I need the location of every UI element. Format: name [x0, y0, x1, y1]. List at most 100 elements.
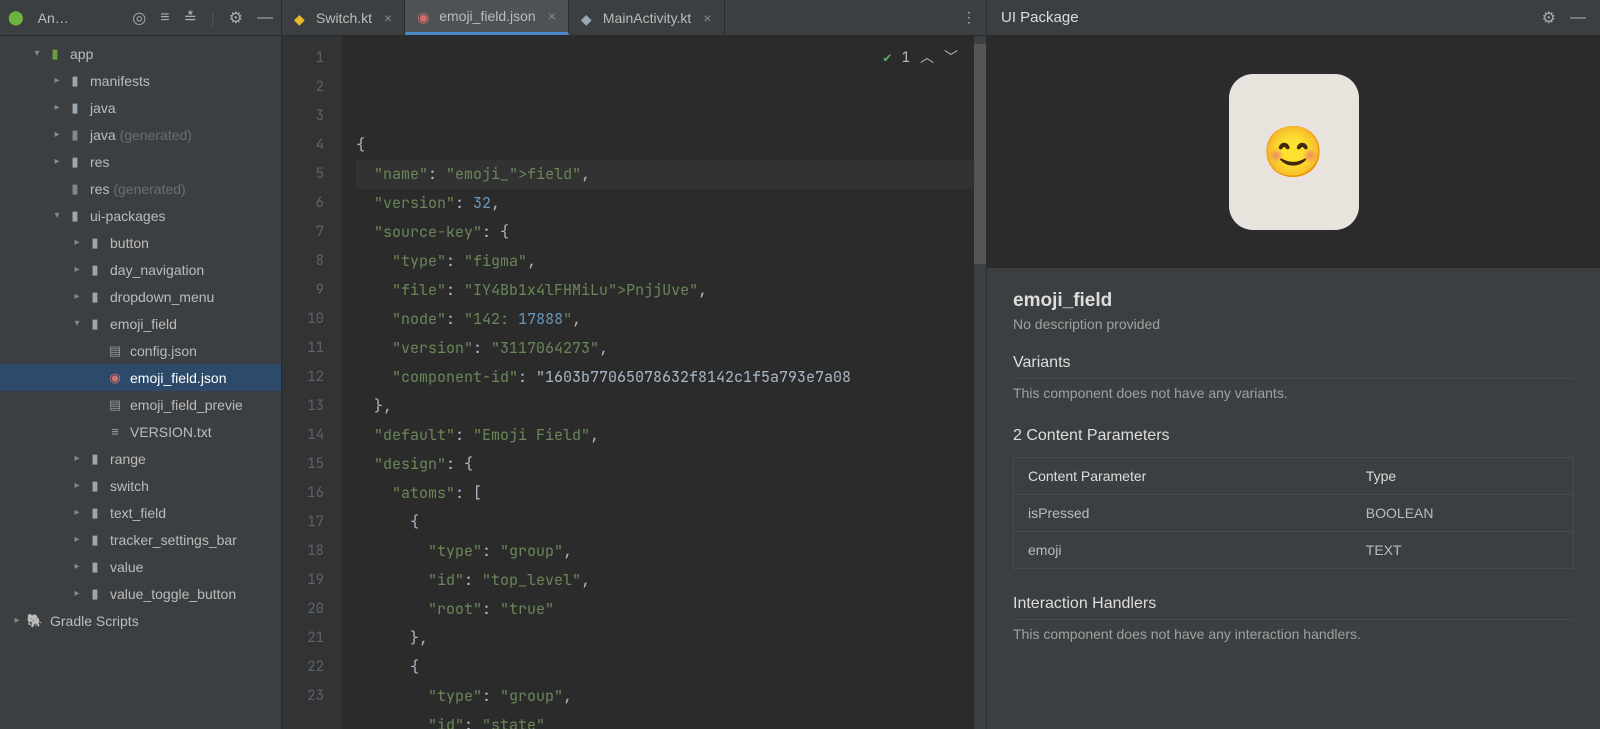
- code-line[interactable]: "id": "state": [356, 711, 974, 729]
- tree-item[interactable]: ▸▮manifests: [0, 67, 281, 94]
- code-area[interactable]: ✔ 1 ︿ ﹀ { "name": "emoji_">field", "vers…: [342, 36, 974, 729]
- code-line[interactable]: {: [356, 508, 974, 537]
- code-line[interactable]: "id": "top_level",: [356, 566, 974, 595]
- tree-item[interactable]: ▸▮tracker_settings_bar: [0, 526, 281, 553]
- minimize-icon[interactable]: —: [1570, 9, 1586, 27]
- sidebar-toolbar: ⬤ An… ◎ ≡ ≛ | ⚙ —: [0, 0, 281, 36]
- expand-all-icon[interactable]: ≡: [160, 9, 169, 27]
- tree-item-label: emoji_field.json: [130, 370, 227, 386]
- editor-scrollbar[interactable]: [974, 36, 986, 729]
- code-line[interactable]: "atoms": [: [356, 479, 974, 508]
- project-label: An…: [38, 10, 69, 26]
- code-line[interactable]: "source-key": {: [356, 218, 974, 247]
- expand-arrow-icon[interactable]: ▸: [50, 74, 64, 88]
- tree-item[interactable]: ▸▮switch: [0, 472, 281, 499]
- tree-item[interactable]: ▸▮day_navigation: [0, 256, 281, 283]
- ui-package-title: UI Package: [1001, 9, 1542, 26]
- tab-label: MainActivity.kt: [603, 10, 691, 26]
- tree-item[interactable]: ▤emoji_field_previe: [0, 391, 281, 418]
- expand-arrow-icon[interactable]: ▾: [70, 317, 84, 331]
- close-icon[interactable]: ×: [384, 10, 392, 26]
- tabs-menu-icon[interactable]: ⋮: [952, 9, 986, 26]
- code-line[interactable]: "version": "3117064273",: [356, 334, 974, 363]
- expand-arrow-icon[interactable]: ▸: [70, 560, 84, 574]
- expand-arrow-icon[interactable]: ▸: [70, 479, 84, 493]
- tree-item[interactable]: ▸▮value_toggle_button: [0, 580, 281, 607]
- code-line[interactable]: "version": 32,: [356, 189, 974, 218]
- tree-item[interactable]: ▸▮value: [0, 553, 281, 580]
- tree-item[interactable]: ▸▮res: [0, 148, 281, 175]
- tree-item[interactable]: ▸▮range: [0, 445, 281, 472]
- expand-arrow-icon[interactable]: ▾: [50, 209, 64, 223]
- expand-arrow-icon[interactable]: ▸: [70, 587, 84, 601]
- code-line[interactable]: {: [356, 131, 974, 160]
- folder-icon: ▮: [86, 558, 104, 576]
- params-header-name: Content Parameter: [1014, 458, 1352, 495]
- tree-item[interactable]: ◉emoji_field.json: [0, 364, 281, 391]
- close-icon[interactable]: ×: [548, 8, 556, 24]
- target-icon[interactable]: ◎: [132, 8, 146, 28]
- expand-arrow-icon[interactable]: ▸: [70, 263, 84, 277]
- preview-box: 😊: [1229, 74, 1359, 230]
- expand-arrow-icon[interactable]: ▸: [70, 290, 84, 304]
- inspection-badge[interactable]: ✔ 1 ︿ ﹀: [883, 44, 958, 73]
- code-line[interactable]: "type": "group",: [356, 537, 974, 566]
- gear-icon[interactable]: ⚙: [229, 8, 243, 28]
- tree-item[interactable]: ▸▮button: [0, 229, 281, 256]
- tree-item[interactable]: ▸▮java: [0, 94, 281, 121]
- expand-arrow-icon[interactable]: ▸: [50, 155, 64, 169]
- code-line[interactable]: "type": "figma",: [356, 247, 974, 276]
- expand-arrow-icon[interactable]: ▸: [70, 452, 84, 466]
- code-line[interactable]: "root": "true": [356, 595, 974, 624]
- file-icon: ≡: [106, 423, 124, 441]
- code-line[interactable]: "design": {: [356, 450, 974, 479]
- code-line[interactable]: "default": "Emoji Field",: [356, 421, 974, 450]
- code-line[interactable]: },: [356, 624, 974, 653]
- tree-item[interactable]: ▾▮emoji_field: [0, 310, 281, 337]
- folder-icon: ▮: [86, 531, 104, 549]
- code-line[interactable]: "name": "emoji_">field",: [356, 160, 974, 189]
- code-line[interactable]: "component-id": "1603b77065078632f8142c1…: [356, 363, 974, 392]
- file-icon: ▤: [106, 396, 124, 414]
- collapse-all-icon[interactable]: ≛: [184, 8, 197, 28]
- prev-highlight-icon[interactable]: ︿: [920, 44, 934, 73]
- tree-item[interactable]: ▸🐘Gradle Scripts: [0, 607, 281, 634]
- android-icon: ⬤: [8, 9, 24, 26]
- tree-item[interactable]: ▾▮ui-packages: [0, 202, 281, 229]
- expand-arrow-icon[interactable]: ▸: [10, 614, 24, 628]
- code-line[interactable]: {: [356, 653, 974, 682]
- tree-item-label: res: [90, 154, 109, 170]
- tree-item[interactable]: ▸▮dropdown_menu: [0, 283, 281, 310]
- params-table: Content Parameter Type isPressedBOOLEANe…: [1013, 457, 1574, 569]
- project-sidebar: ⬤ An… ◎ ≡ ≛ | ⚙ — ▾▮app▸▮manifests▸▮java…: [0, 0, 282, 729]
- code-line[interactable]: "type": "group",: [356, 682, 974, 711]
- expand-arrow-icon[interactable]: ▸: [50, 128, 64, 142]
- tree-item[interactable]: ▮res (generated): [0, 175, 281, 202]
- code-line[interactable]: },: [356, 392, 974, 421]
- tree-item-label: switch: [110, 478, 149, 494]
- editor-tab[interactable]: ◆Switch.kt×: [282, 0, 405, 35]
- expand-arrow-icon[interactable]: ▸: [50, 101, 64, 115]
- expand-arrow-icon: [90, 371, 104, 385]
- gear-icon[interactable]: ⚙: [1542, 8, 1556, 28]
- tree-item[interactable]: ▤config.json: [0, 337, 281, 364]
- handlers-body: This component does not have any interac…: [1013, 626, 1574, 642]
- tree-item[interactable]: ▾▮app: [0, 40, 281, 67]
- tree-item[interactable]: ▸▮java (generated): [0, 121, 281, 148]
- editor-tab[interactable]: ◆MainActivity.kt×: [569, 0, 725, 35]
- code-line[interactable]: "file": "IY4Bb1x4lFHMiLu">PnjjUve",: [356, 276, 974, 305]
- code-line[interactable]: "node": "142: 17888",: [356, 305, 974, 334]
- expand-arrow-icon[interactable]: ▸: [70, 236, 84, 250]
- next-highlight-icon[interactable]: ﹀: [944, 44, 958, 73]
- expand-arrow-icon[interactable]: ▸: [70, 533, 84, 547]
- expand-arrow-icon[interactable]: ▸: [70, 506, 84, 520]
- close-icon[interactable]: ×: [703, 10, 711, 26]
- editor-tab[interactable]: ◉emoji_field.json×: [405, 0, 569, 35]
- minimize-icon[interactable]: —: [257, 9, 273, 27]
- param-name: isPressed: [1014, 495, 1352, 532]
- tab-label: emoji_field.json: [439, 8, 536, 24]
- tree-item[interactable]: ≡VERSION.txt: [0, 418, 281, 445]
- expand-arrow-icon[interactable]: ▾: [30, 47, 44, 61]
- expand-arrow-icon: [90, 398, 104, 412]
- tree-item[interactable]: ▸▮text_field: [0, 499, 281, 526]
